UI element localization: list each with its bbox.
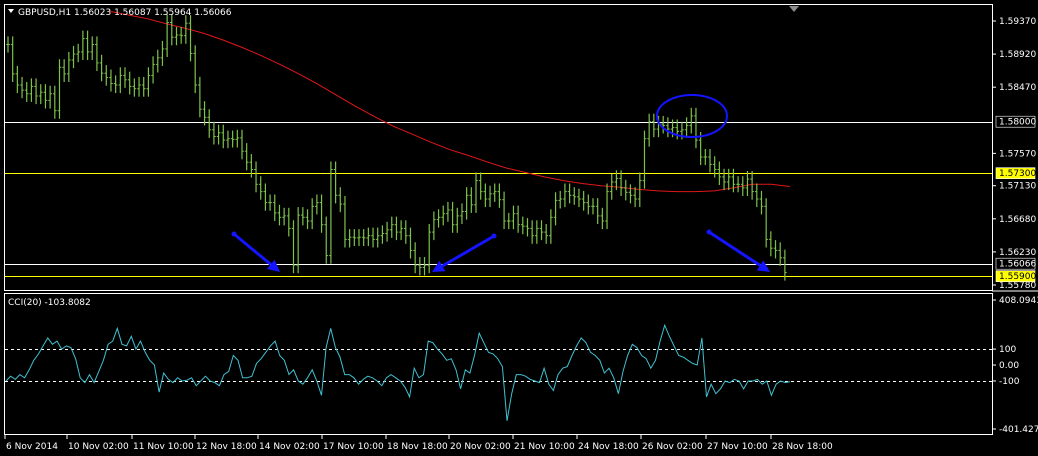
time-tick-label: 12 Nov 18:00 — [196, 442, 257, 452]
time-tick-label: 28 Nov 18:00 — [772, 442, 833, 452]
price-tick-label: 1.58470 — [999, 83, 1036, 93]
price-tick-label: 1.57570 — [999, 149, 1036, 159]
time-tick-label: 18 Nov 18:00 — [387, 442, 448, 452]
price-tick-label: 1.57130 — [999, 182, 1036, 192]
price-tick-label: 1.55780 — [999, 281, 1036, 291]
background — [0, 0, 1038, 456]
time-tick-label: 21 Nov 10:00 — [514, 442, 575, 452]
svg-text:1.55900: 1.55900 — [999, 272, 1036, 282]
price-tick-label: 1.59370 — [999, 17, 1036, 27]
cci-title: CCI(20) -103.8082 — [8, 298, 91, 308]
current-price-label: 1.56066 — [995, 257, 1036, 270]
cci-tick-label: 408.0943 — [999, 296, 1038, 306]
cci-tick-label: -100 — [999, 377, 1020, 387]
svg-text:1.56066: 1.56066 — [999, 260, 1036, 270]
price-chart-title: GBPUSD,H1 1.56023 1.56087 1.55964 1.5606… — [18, 8, 232, 18]
svg-text:1.58000: 1.58000 — [999, 118, 1036, 128]
level-label-1.58000: 1.58000 — [995, 115, 1036, 128]
price-axis: 1.59370 1.58920 1.58470 1.57570 1.57130 1.566… — [992, 17, 1036, 291]
time-tick-label: 24 Nov 18:00 — [578, 442, 639, 452]
time-tick-label: 10 Nov 02:00 — [68, 442, 129, 452]
time-tick-label: 27 Nov 10:00 — [707, 442, 768, 452]
time-tick-label: 14 Nov 02:00 — [259, 442, 320, 452]
level-label-1.57300: 1.57300 — [995, 167, 1036, 179]
svg-text:1.57300: 1.57300 — [999, 169, 1036, 179]
chart-canvas[interactable]: 1.59370 1.58920 1.58470 1.57570 1.57130 1.566… — [0, 0, 1038, 456]
cci-tick-label: -401.4278 — [999, 425, 1038, 435]
price-tick-label: 1.58920 — [999, 50, 1036, 60]
price-tick-label: 1.56230 — [999, 248, 1036, 258]
price-tick-label: 1.56680 — [999, 215, 1036, 225]
time-tick-label: 20 Nov 02:00 — [450, 442, 511, 452]
time-tick-label: 11 Nov 10:00 — [133, 442, 194, 452]
time-tick-label: 6 Nov 2014 — [6, 442, 58, 452]
level-label-1.55900: 1.55900 — [995, 270, 1036, 282]
time-tick-label: 26 Nov 02:00 — [642, 442, 703, 452]
cci-tick-label: 0.00 — [999, 361, 1019, 371]
cci-tick-label: 100 — [999, 345, 1016, 355]
time-tick-label: 17 Nov 10:00 — [323, 442, 384, 452]
